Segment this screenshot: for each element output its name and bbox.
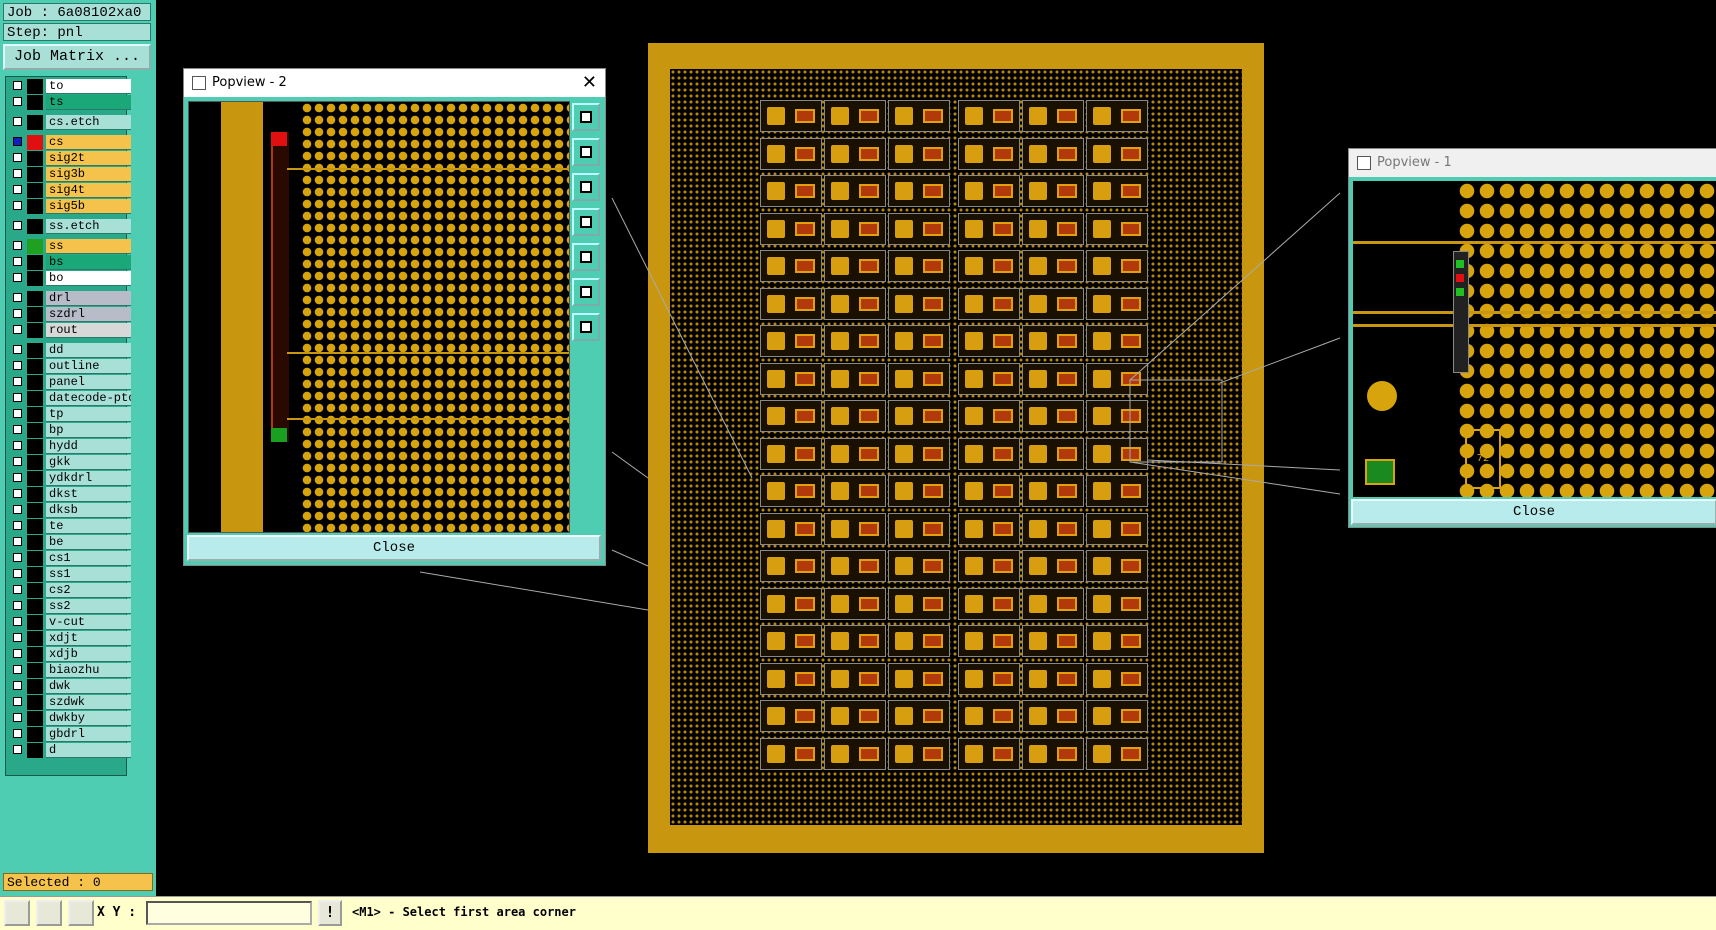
pan-up-icon[interactable] [572, 138, 600, 166]
zoom-out-icon[interactable] [572, 313, 600, 341]
pan-left-icon[interactable] [572, 208, 600, 236]
status-message: <M1> - Select first area corner [352, 905, 576, 919]
red-marker [271, 132, 287, 146]
measure-icon[interactable] [4, 900, 30, 926]
xy-label: X Y : [97, 905, 137, 920]
pan-right-icon[interactable] [572, 243, 600, 271]
fiducial-pad [1367, 381, 1397, 411]
popview-2-titlebar[interactable]: Popview - 2 ✕ [184, 69, 605, 97]
component-strip [1453, 251, 1469, 373]
window-icon [1357, 156, 1371, 170]
status-bar: X Y : ! <M1> - Select first area corner [0, 896, 1716, 930]
angle-icon[interactable] [36, 900, 62, 926]
xy-input[interactable] [146, 901, 312, 925]
window-icon [192, 76, 206, 90]
close-icon[interactable]: ✕ [582, 69, 597, 97]
zoom-home-icon[interactable] [572, 103, 600, 131]
popview-2-close-button[interactable]: Close [187, 535, 601, 561]
green-marker [271, 428, 287, 442]
popview-2-window[interactable]: Popview - 2 ✕ Close [183, 68, 606, 566]
vertical-text-strip [271, 132, 289, 442]
warning-icon[interactable]: ! [318, 900, 342, 926]
popview-1-close-button[interactable]: Close [1351, 499, 1716, 525]
copper-strip [221, 102, 263, 532]
pad-label: 72 [1465, 429, 1501, 489]
pan-down-icon[interactable] [572, 173, 600, 201]
dot-pattern [301, 102, 569, 532]
popview-1-titlebar[interactable]: Popview - 1 [1349, 149, 1716, 177]
popview-1-window[interactable]: Popview - 1 72 Close [1348, 148, 1716, 528]
popview-1-canvas[interactable]: 72 [1353, 181, 1716, 497]
grid-icon[interactable] [68, 900, 94, 926]
popview-1-title: Popview - 1 [1377, 155, 1452, 170]
popview-2-title: Popview - 2 [212, 75, 287, 90]
popview-2-canvas[interactable] [188, 101, 570, 533]
zoom-in-icon[interactable] [572, 278, 600, 306]
